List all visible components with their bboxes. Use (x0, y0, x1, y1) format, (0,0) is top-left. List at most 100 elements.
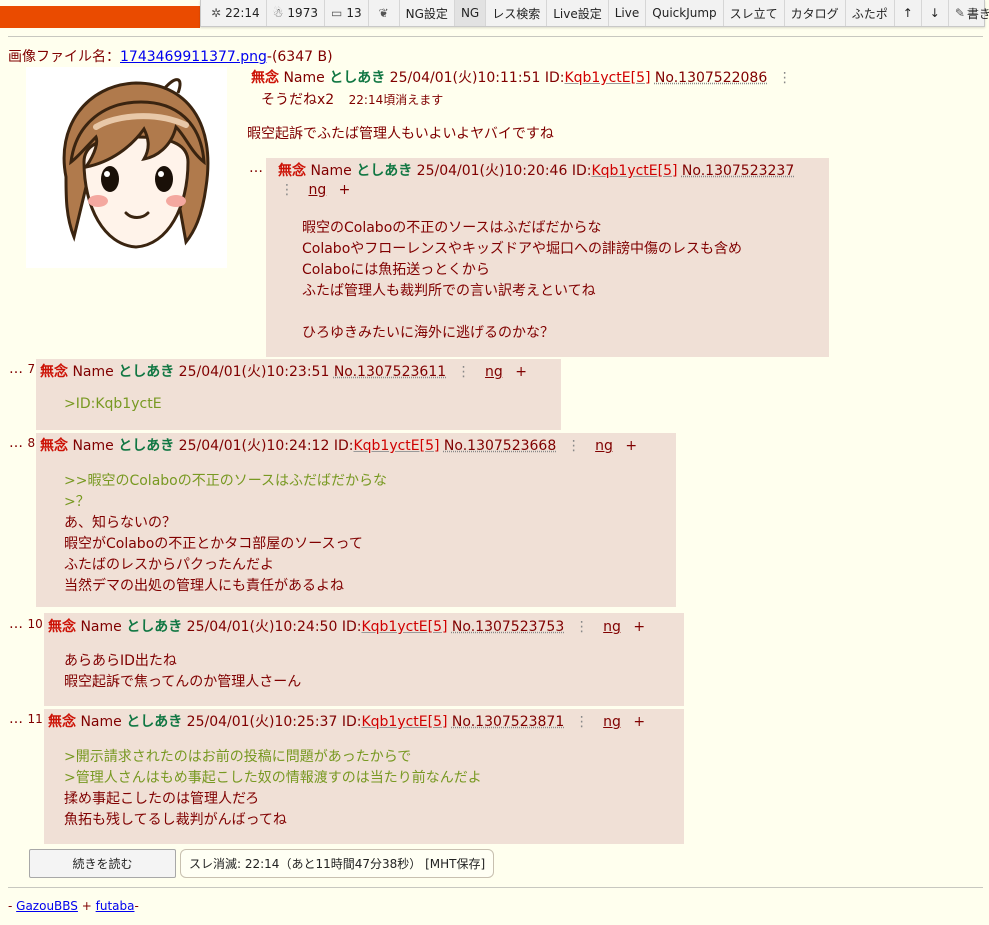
ng-link[interactable]: ng (304, 182, 330, 198)
reply-post-number[interactable]: No.1307523668 (444, 438, 556, 454)
reply-post-number[interactable]: No.1307523871 (452, 714, 564, 730)
reply-name: としあき (356, 163, 413, 179)
reply-date: 25/04/01(火)10:23:51 (178, 364, 330, 380)
op-image[interactable] (26, 67, 227, 268)
reply-body-quote: >？ (64, 494, 90, 510)
reply-body-line: 当然デマの出処の管理人にも責任があるよね (64, 578, 344, 594)
reply-menu-icon[interactable]: ⋮ (274, 182, 300, 198)
op-name-label: Name (283, 70, 325, 86)
reply-body-line: 揉め事起こしたのは管理人だろ (64, 791, 260, 807)
reply-menu-icon[interactable]: ⋮ (569, 619, 595, 635)
reply-id[interactable]: Kqb1yctE[5] (361, 619, 447, 635)
ng-button[interactable]: NG (454, 0, 487, 26)
reply-id-prefix: ID: (341, 714, 362, 730)
reply-id[interactable]: Kqb1yctE[5] (591, 163, 677, 179)
write-label: 書き込み (966, 6, 989, 21)
reply-header: 無念 Name としあき 25/04/01(火)10:24:12 ID:Kqb1… (40, 435, 641, 455)
ng-settings-button[interactable]: NG設定 (400, 0, 455, 26)
reply-menu-icon[interactable]: ⋮ (569, 714, 595, 730)
reply-post-number[interactable]: No.1307523237 (682, 163, 794, 179)
catalog-button[interactable]: カタログ (785, 0, 846, 26)
reply-mark: … 7 (9, 361, 35, 377)
live-settings-button[interactable]: Live設定 (547, 0, 609, 26)
spinner-icon: ✲ (211, 6, 222, 20)
write-button[interactable]: ✎ 書き込み (949, 0, 989, 26)
reply-body-line: あ、知らないの？ (64, 515, 176, 531)
quickjump-button[interactable]: QuickJump (646, 0, 724, 26)
reply-mark-text: … (9, 361, 23, 377)
op-subject: 無念 (251, 70, 279, 86)
plus-link[interactable]: + (621, 438, 641, 454)
reply-mark: … 8 (9, 435, 35, 451)
op-menu-icon[interactable]: ⋮ (772, 70, 798, 86)
reply-menu-icon[interactable]: ⋮ (451, 364, 477, 380)
plus-link[interactable]: + (629, 619, 649, 635)
reply-date: 25/04/01(火)10:20:46 (416, 163, 568, 179)
new-thread-button[interactable]: スレ立て (724, 0, 785, 26)
ng-link[interactable]: ng (591, 438, 617, 454)
leaf-button[interactable]: ❦ (369, 0, 400, 26)
reply-name: としあき (118, 438, 175, 454)
footer-suffix: - (134, 899, 139, 913)
op-post-number[interactable]: No.1307522086 (655, 70, 767, 86)
reply-header: 無念 Name としあき 25/04/01(火)10:23:51 No.1307… (40, 361, 531, 381)
reply-post-4: 無念 Name としあき 25/04/01(火)10:20:46 ID:Kqb1… (266, 158, 829, 357)
reply-date: 25/04/01(火)10:24:50 (186, 619, 338, 635)
reply-body-line: ふたば管理人も裁判所での言い訳考えといてね (302, 283, 596, 299)
thread-expire-info[interactable]: スレ消滅: 22:14（あと11時間47分38秒） [MHT保存] (180, 849, 495, 878)
gazoubbs-link[interactable]: GazouBBS (16, 899, 78, 913)
scroll-down-button[interactable]: ↓ (922, 0, 949, 26)
reply-number: 8 (27, 436, 36, 450)
leaf-icon: ❦ (378, 6, 389, 20)
reply-body-line: ふたばのレスからパクったんだよ (64, 557, 274, 573)
op-id[interactable]: Kqb1yctE[5] (564, 70, 650, 86)
reply-id[interactable]: Kqb1yctE[5] (353, 438, 439, 454)
reply-post-11: 無念 Name としあき 25/04/01(火)10:25:37 ID:Kqb1… (44, 709, 684, 844)
op-name: としあき (329, 70, 386, 86)
futaba-link[interactable]: futaba (96, 899, 135, 913)
op-id-prefix: ID: (544, 70, 565, 86)
reply-id-prefix: ID: (341, 619, 362, 635)
footer-prefix: - (8, 899, 17, 913)
sodane-button[interactable]: そうだねx2 (261, 92, 334, 108)
reply-name-label: Name (80, 619, 122, 635)
reply-subject: 無念 (40, 438, 68, 454)
live-button[interactable]: Live (609, 0, 647, 26)
reply-subject: 無念 (48, 619, 76, 635)
reply-menu-icon[interactable]: ⋮ (561, 438, 587, 454)
person-icon: ☃ (272, 6, 284, 20)
op-header: 無念 Name としあき 25/04/01(火)10:11:51 ID:Kqb1… (251, 67, 798, 87)
file-size: -(6347 B) (266, 49, 333, 65)
pencil-icon: ✎ (954, 6, 965, 20)
bottom-divider (8, 887, 983, 888)
comments-item: ▭ 13 (325, 0, 369, 26)
reply-post-number[interactable]: No.1307523611 (334, 364, 446, 380)
file-info: 画像ファイル名：1743469911377.png-(6347 B) (8, 46, 333, 66)
plus-link[interactable]: + (335, 182, 355, 198)
reply-number: 10 (27, 617, 43, 631)
reply-post-7: 無念 Name としあき 25/04/01(火)10:23:51 No.1307… (36, 359, 561, 430)
read-more-button[interactable]: 続きを読む (29, 849, 176, 878)
ng-link[interactable]: ng (481, 364, 507, 380)
reply-number: 11 (27, 712, 43, 726)
reply-name-label: Name (72, 364, 114, 380)
futapo-button[interactable]: ふたポ (846, 0, 895, 26)
scroll-up-button[interactable]: ↑ (895, 0, 922, 26)
file-link[interactable]: 1743469911377.png (120, 49, 267, 65)
reply-search-button[interactable]: レス検索 (486, 0, 548, 26)
reply-id[interactable]: Kqb1yctE[5] (361, 714, 447, 730)
reply-body-line: Colaboやフローレンスやキッズドアや堀口への誹謗中傷のレスも含め (302, 241, 742, 257)
reply-mark-text: … (9, 711, 23, 727)
reply-post-number[interactable]: No.1307523753 (452, 619, 564, 635)
reply-body-quote: >管理人さんはもめ事起こした奴の情報渡すのは当たり前なんだよ (64, 770, 482, 786)
ng-link[interactable]: ng (599, 619, 625, 635)
plus-link[interactable]: + (629, 714, 649, 730)
op-body: 暇空起訴でふたば管理人もいよいよヤバイですね (247, 126, 554, 142)
reply-body-line: 魚拓も残してるし裁判がんばってね (64, 812, 287, 828)
plus-link[interactable]: + (511, 364, 531, 380)
reply-subject: 無念 (40, 364, 68, 380)
reply-mark: … 11 (9, 711, 43, 727)
ng-link[interactable]: ng (599, 714, 625, 730)
reply-post-10: 無念 Name としあき 25/04/01(火)10:24:50 ID:Kqb1… (44, 613, 684, 706)
reply-body-quote: >ID:Kqb1yctE (64, 396, 162, 412)
